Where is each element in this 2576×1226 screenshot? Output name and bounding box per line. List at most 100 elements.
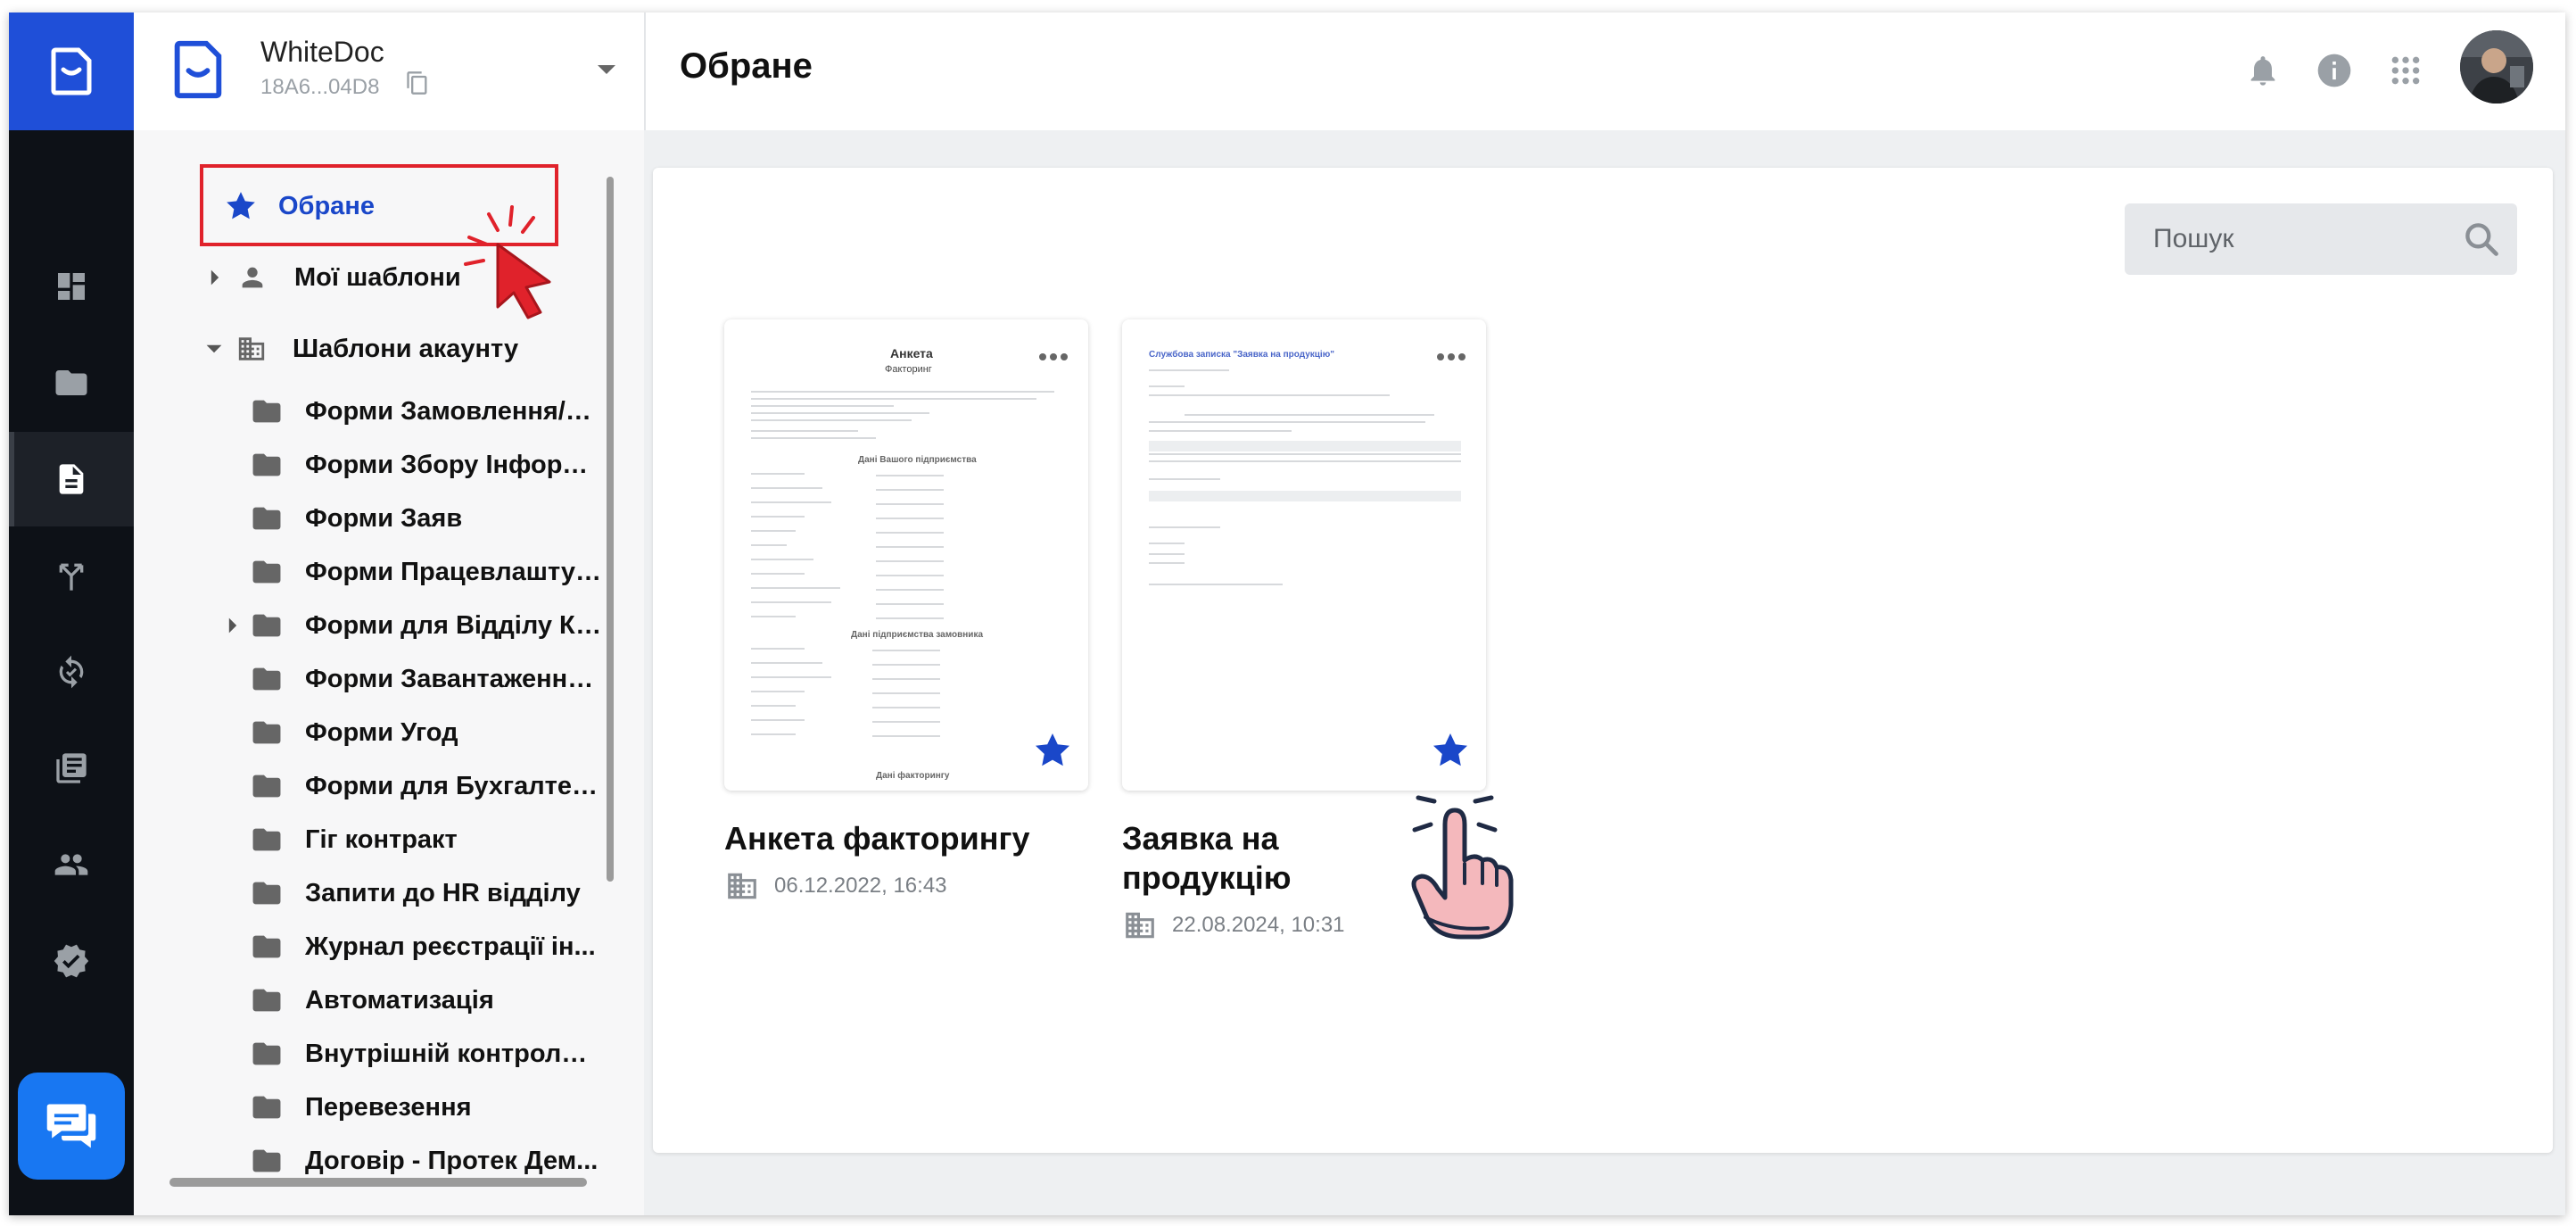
chat-button[interactable] xyxy=(18,1073,125,1180)
sync-icon[interactable] xyxy=(9,625,134,719)
folder-icon xyxy=(252,828,281,851)
preview-section: Дані підприємства замовника xyxy=(851,630,984,640)
sidebar-folder[interactable]: Форми Працевлаштуван... xyxy=(250,546,603,598)
whitedoc-logo-icon[interactable] xyxy=(9,12,134,130)
folder-label: Внутрішній контроль/... xyxy=(305,1039,603,1068)
folder-icon xyxy=(252,935,281,958)
folder-label: Форми для Бухгалтері... xyxy=(305,771,603,800)
info-icon[interactable] xyxy=(2312,48,2357,93)
folder-label: Запити до HR відділу xyxy=(305,878,581,907)
sidebar-folder[interactable]: Журнал реєстрації ін... xyxy=(250,921,603,973)
sidebar-folder[interactable]: Гіг контракт xyxy=(250,814,603,866)
vertical-scrollbar[interactable] xyxy=(607,177,614,882)
folder-icon xyxy=(252,453,281,476)
folder-icon xyxy=(252,1149,281,1172)
more-options-icon[interactable] xyxy=(1436,350,1466,366)
chevron-down-icon[interactable] xyxy=(596,62,617,81)
click-cursor-icon xyxy=(464,205,551,319)
main-content: Анкета Факторинг Дані Вашого підприємств… xyxy=(644,130,2565,1215)
sidebar-folder[interactable]: Запити до HR відділу xyxy=(250,867,603,919)
search-icon[interactable] xyxy=(2462,220,2501,263)
star-icon xyxy=(227,192,255,220)
folder-label: Форми Заяв xyxy=(305,503,463,533)
horizontal-scrollbar[interactable] xyxy=(169,1178,587,1187)
verified-icon[interactable] xyxy=(9,914,134,1008)
workspace-logo-icon xyxy=(173,39,223,104)
sidebar-folder[interactable]: Внутрішній контроль/... xyxy=(250,1028,603,1080)
folder-icon xyxy=(252,1042,281,1065)
folder-label: Форми Працевлаштуван... xyxy=(305,557,603,586)
folder-icon xyxy=(252,507,281,530)
caret-right-icon[interactable] xyxy=(227,617,239,634)
users-icon[interactable] xyxy=(9,817,134,912)
folder-label: Договір - Протек Дем... xyxy=(305,1146,599,1175)
search-input[interactable] xyxy=(2125,203,2446,275)
folder-label: Форми Завантаження Ф... xyxy=(305,664,603,693)
folder-label: Журнал реєстрації ін... xyxy=(305,932,596,961)
more-options-icon[interactable] xyxy=(1038,350,1069,366)
folder-label: Форми Замовлення/Анк... xyxy=(305,396,603,426)
sidebar-folder[interactable]: Форми для Відділу Ка... xyxy=(227,600,603,651)
folder-icon[interactable] xyxy=(9,335,134,430)
workspace-selector[interactable]: WhiteDoc 18A6...04D8 xyxy=(134,12,646,130)
building-icon xyxy=(1126,912,1154,939)
favorites-panel: Анкета Факторинг Дані Вашого підприємств… xyxy=(653,168,2553,1153)
preview-title: Анкета xyxy=(890,346,933,360)
app-window: WhiteDoc 18A6...04D8 Обране Обране Мої ш… xyxy=(9,12,2565,1215)
sidebar-item-account-templates[interactable]: Шаблони акаунту xyxy=(205,323,598,375)
top-header: WhiteDoc 18A6...04D8 Обране xyxy=(134,12,2565,132)
favorite-star-icon[interactable] xyxy=(1429,729,1472,776)
folder-label: Форми Угод xyxy=(305,717,458,747)
folder-icon xyxy=(252,882,281,905)
folder-icon xyxy=(252,721,281,744)
caret-down-icon[interactable] xyxy=(205,343,223,355)
folder-icon xyxy=(252,614,281,637)
avatar[interactable] xyxy=(2460,30,2533,104)
template-card[interactable]: Службова записка "Заявка на продукцію" xyxy=(1122,319,1486,791)
sidebar-folder[interactable]: Форми Угод xyxy=(250,707,603,758)
nav-rail xyxy=(9,12,134,1215)
sidebar-folder[interactable]: Форми Замовлення/Анк... xyxy=(250,385,603,437)
card-meta: 22.08.2024, 10:31 xyxy=(1122,908,1345,942)
card-title[interactable]: Заявка на продукцію xyxy=(1122,819,1336,898)
copy-icon[interactable] xyxy=(405,70,430,101)
template-card[interactable]: Анкета Факторинг Дані Вашого підприємств… xyxy=(724,319,1088,791)
folder-label: Форми для Відділу Ка... xyxy=(305,610,603,640)
templates-sidebar: Обране Мої шаблони Шаблони акаунту Форми… xyxy=(134,130,644,1215)
card-date: 06.12.2022, 16:43 xyxy=(774,874,947,898)
bell-icon[interactable] xyxy=(2241,48,2285,93)
sidebar-folder[interactable]: Форми для Бухгалтері... xyxy=(250,760,603,812)
sidebar-folder[interactable]: Перевезення xyxy=(250,1081,603,1133)
apps-grid-icon[interactable] xyxy=(2383,48,2428,93)
building-icon xyxy=(728,873,756,899)
library-icon[interactable] xyxy=(9,721,134,816)
folder-icon xyxy=(252,989,281,1012)
folder-icon xyxy=(252,400,281,423)
search-box[interactable] xyxy=(2125,203,2517,275)
document-icon[interactable] xyxy=(9,432,134,526)
workspace-id: 18A6...04D8 xyxy=(260,75,380,99)
workspace-name: WhiteDoc xyxy=(260,36,384,68)
sidebar-folder[interactable]: Форми Збору Інформац... xyxy=(250,439,603,491)
folder-label: Форми Збору Інформац... xyxy=(305,450,603,479)
sidebar-folder[interactable]: Автоматизація xyxy=(250,974,603,1026)
chat-icon xyxy=(46,1104,96,1148)
favorite-star-icon[interactable] xyxy=(1031,729,1074,776)
page-title: Обране xyxy=(680,46,813,86)
folder-icon xyxy=(252,1096,281,1119)
preview-subtitle: Факторинг xyxy=(885,364,932,375)
folder-icon xyxy=(252,775,281,798)
sidebar-item-label: Мої шаблони xyxy=(294,262,461,292)
card-meta: 06.12.2022, 16:43 xyxy=(724,869,947,903)
caret-right-icon[interactable] xyxy=(209,269,221,286)
folder-label: Автоматизація xyxy=(305,985,494,1015)
folder-icon xyxy=(252,560,281,584)
sidebar-folder[interactable]: Форми Заяв xyxy=(250,493,603,544)
sidebar-folder[interactable]: Форми Завантаження Ф... xyxy=(250,653,603,705)
dashboard-icon[interactable] xyxy=(9,239,134,334)
workflow-icon[interactable] xyxy=(9,528,134,623)
person-icon xyxy=(242,267,263,288)
card-title[interactable]: Анкета факторингу xyxy=(724,819,1099,858)
preview-section: Дані факторингу xyxy=(876,771,950,781)
sidebar-item-label: Обране xyxy=(278,191,375,220)
